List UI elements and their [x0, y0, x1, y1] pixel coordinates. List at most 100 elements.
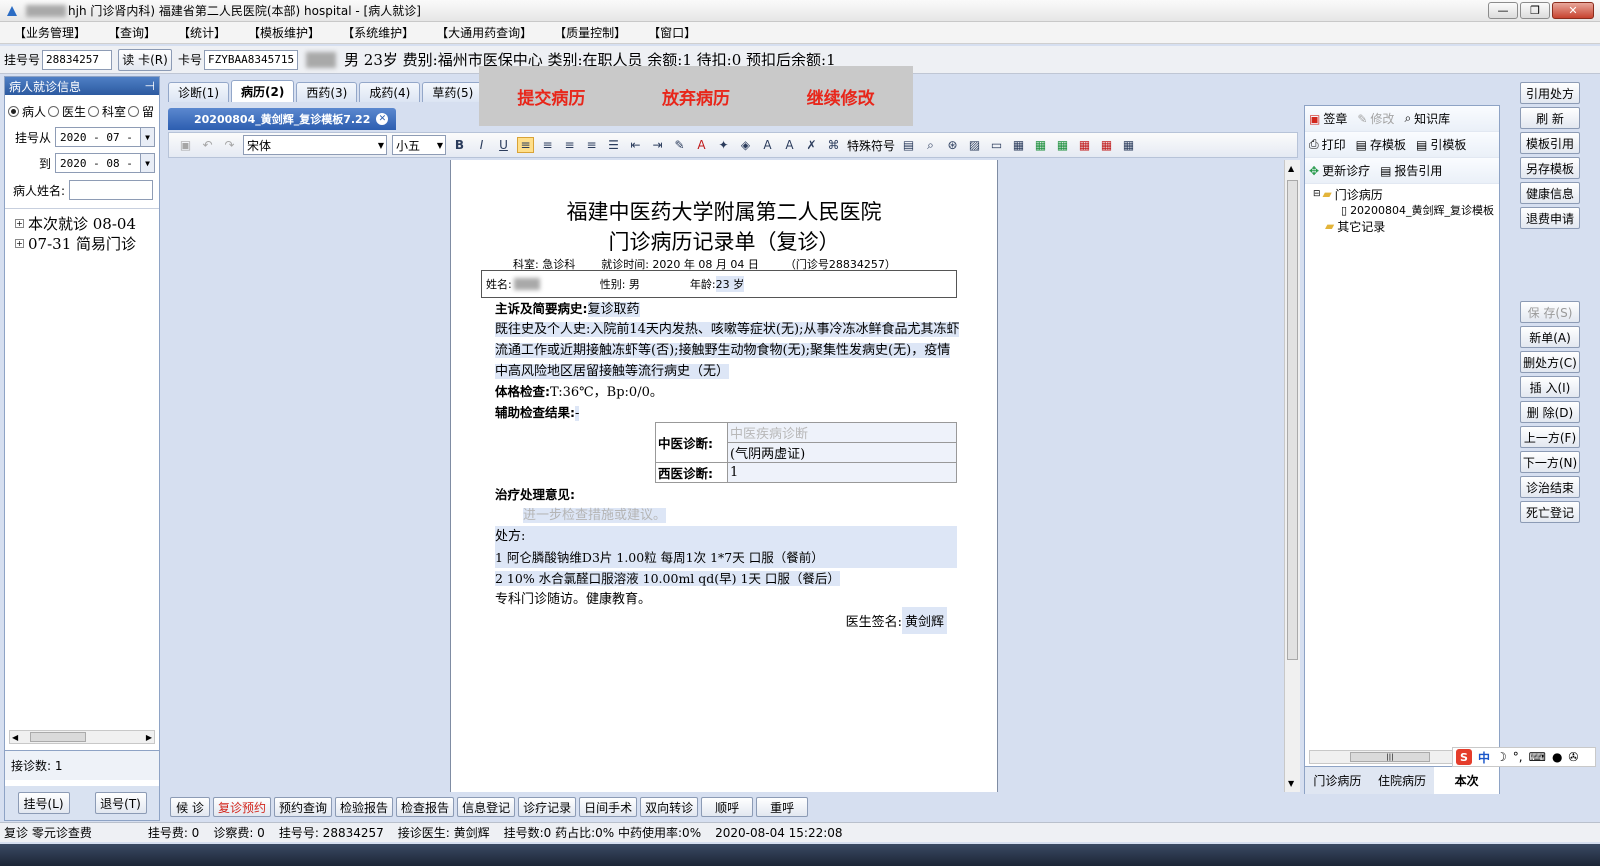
scroll-thumb[interactable]	[30, 732, 86, 742]
exam-report-button[interactable]: 检查报告	[396, 797, 455, 817]
scroll-thumb[interactable]	[1287, 180, 1298, 660]
sogou-icon[interactable]: S	[1456, 749, 1472, 765]
pin-icon[interactable]: ⊣	[145, 79, 155, 93]
previous-prescription-button[interactable]: 上一方(F)	[1520, 426, 1580, 448]
insert-button[interactable]: 插 入(I)	[1520, 376, 1580, 398]
read-card-button[interactable]: 读 卡(R)	[118, 48, 173, 71]
template-reference-button[interactable]: 模板引用	[1520, 132, 1580, 154]
scroll-thumb[interactable]: |||	[1350, 752, 1430, 762]
underline-icon[interactable]: U	[495, 138, 512, 152]
date-to-input[interactable]: 2020 - 08 - 04 ▼	[55, 153, 155, 173]
clear-format-icon[interactable]: ✗	[803, 138, 820, 152]
indent-icon[interactable]: ⇥	[649, 138, 666, 152]
tcm-value[interactable]: 中医疾病诊断	[727, 422, 957, 443]
patient-name-input[interactable]	[69, 180, 154, 200]
tab-western-medicine[interactable]: 西药(3)	[296, 82, 358, 102]
sign-button[interactable]: ▣ 签章	[1309, 110, 1347, 127]
discard-record-button[interactable]: 放弃病历	[662, 84, 730, 109]
menu-system[interactable]: 【系统维护】	[342, 24, 414, 41]
menu-window[interactable]: 【窗口】	[648, 24, 696, 41]
finish-treatment-button[interactable]: 诊治结束	[1520, 476, 1580, 498]
align-right-icon[interactable]: ≡	[561, 138, 578, 152]
tcm-syndrome[interactable]: (气阴两虚证)	[727, 442, 957, 463]
insert-row-icon[interactable]: ▦	[1032, 138, 1049, 152]
tab-current-visit[interactable]: 本次	[1434, 767, 1500, 794]
outdent-icon[interactable]: ⇤	[627, 138, 644, 152]
scroll-left-icon[interactable]: ◀	[12, 733, 18, 742]
info-registration-button[interactable]: 信息登记	[457, 797, 516, 817]
scroll-down-icon[interactable]: ▼	[1288, 779, 1294, 788]
followup-appointment-button[interactable]: 复诊预约	[213, 797, 272, 817]
radio-department[interactable]	[88, 106, 100, 117]
tree-node-other[interactable]: ▰ 其它记录	[1313, 218, 1499, 234]
treatment-records-button[interactable]: 诊疗记录	[518, 797, 577, 817]
card-no-field[interactable]: FZYBAA8345715	[204, 49, 299, 70]
edit-button[interactable]: ✎ 修改	[1357, 110, 1394, 127]
menu-template[interactable]: 【模板维护】	[248, 24, 320, 41]
referral-button[interactable]: 双向转诊	[640, 797, 699, 817]
tab-patent-medicine[interactable]: 成药(4)	[359, 82, 421, 102]
menu-drug-query[interactable]: 【大通用药查询】	[436, 24, 532, 41]
font-size-select[interactable]: 小五 ▼	[392, 135, 446, 155]
close-button[interactable]: ✕	[1552, 2, 1594, 19]
user-icon[interactable]: ●	[1552, 750, 1562, 764]
unregister-button[interactable]: 退号(T)	[94, 792, 147, 814]
tab-outpatient-records[interactable]: 门诊病历	[1305, 767, 1370, 794]
tab-inpatient-records[interactable]: 住院病历	[1370, 767, 1435, 794]
document-tab[interactable]: 20200804_黄剑辉_复诊模板7.22 ✕	[168, 108, 397, 130]
save-icon[interactable]: ▣	[177, 138, 194, 152]
delete-col-icon[interactable]: ▦	[1098, 138, 1115, 152]
date-from-input[interactable]: 2020 - 07 - 28 ▼	[55, 127, 155, 147]
left-horizontal-scrollbar[interactable]: ◀ ▶	[9, 730, 155, 744]
tree-item-previous-visit[interactable]: +07-31 简易门诊	[5, 233, 159, 253]
binoculars-icon[interactable]: ⊛	[944, 138, 961, 152]
menu-statistics[interactable]: 【统计】	[178, 24, 226, 41]
knowledge-base-button[interactable]: ⌕ 知识库	[1404, 110, 1450, 127]
highlight-icon[interactable]: ✦	[715, 138, 732, 152]
minimize-button[interactable]: —	[1488, 2, 1518, 19]
save-button[interactable]: 保 存(S)	[1520, 301, 1580, 323]
refresh-button[interactable]: 刷 新	[1520, 107, 1580, 129]
page-icon[interactable]: ▭	[988, 138, 1005, 152]
save-as-template-button[interactable]: 另存模板	[1520, 157, 1580, 179]
appointment-query-button[interactable]: 预约查询	[274, 797, 333, 817]
medical-record-page[interactable]: 福建中医药大学附属第二人民医院 门诊病历记录单（复诊） 科室: 急诊科 就诊时间…	[450, 160, 998, 792]
waiting-button[interactable]: 候 诊	[170, 797, 210, 817]
recall-button[interactable]: 重呼	[756, 797, 809, 817]
scroll-up-icon[interactable]: ▲	[1288, 164, 1294, 173]
font-color-icon[interactable]: A	[693, 138, 710, 152]
font-family-select[interactable]: 宋体 ▼	[243, 135, 387, 155]
redo-icon[interactable]: ↷	[221, 138, 238, 152]
merge-cells-icon[interactable]: ▦	[1120, 138, 1137, 152]
tree-node-outpatient[interactable]: ⊟ ▰ 门诊病历	[1313, 186, 1499, 202]
radio-doctor[interactable]	[48, 106, 60, 117]
chevron-down-icon[interactable]: ▼	[140, 154, 154, 172]
update-treatment-button[interactable]: ✥ 更新诊疗	[1309, 162, 1370, 179]
apply-template-button[interactable]: ▤ 引模板	[1416, 136, 1466, 153]
editor-vertical-scrollbar[interactable]: ▲ ▼	[1284, 160, 1300, 792]
next-prescription-button[interactable]: 下一方(N)	[1520, 451, 1580, 473]
tab-herbal-medicine[interactable]: 草药(5)	[422, 82, 484, 102]
radio-patient[interactable]	[8, 106, 19, 117]
tree-item-current-visit[interactable]: + 本次就诊 08-04	[5, 213, 159, 233]
delete-button[interactable]: 删 除(D)	[1520, 401, 1580, 423]
day-surgery-button[interactable]: 日间手术	[579, 797, 638, 817]
italic-icon[interactable]: I	[473, 138, 490, 152]
print-button[interactable]: ⎙ 打印	[1309, 136, 1346, 153]
search-icon[interactable]: ⌕	[922, 138, 939, 153]
grow-font-icon[interactable]: A	[759, 138, 776, 152]
close-icon[interactable]: ✕	[376, 113, 389, 125]
table-icon[interactable]: ▦	[1010, 138, 1027, 152]
wm-value[interactable]: 1	[727, 462, 957, 483]
wrench-icon[interactable]: ✇	[1568, 750, 1578, 764]
radio-stay[interactable]	[128, 106, 140, 117]
special-symbol-button[interactable]: 特殊符号	[847, 137, 895, 154]
treatment-hint[interactable]: 进一步检查措施或建议。	[523, 508, 667, 523]
new-order-button[interactable]: 新单(A)	[1520, 326, 1580, 348]
menu-query[interactable]: 【查询】	[108, 24, 156, 41]
report-reference-button[interactable]: ▤ 报告引用	[1380, 162, 1442, 179]
reference-prescription-button[interactable]: 引用处方	[1520, 82, 1580, 104]
tab-medical-record[interactable]: 病历(2)	[231, 80, 295, 102]
align-left-icon[interactable]: ≡	[517, 137, 534, 153]
tab-diagnosis[interactable]: 诊断(1)	[168, 82, 229, 102]
